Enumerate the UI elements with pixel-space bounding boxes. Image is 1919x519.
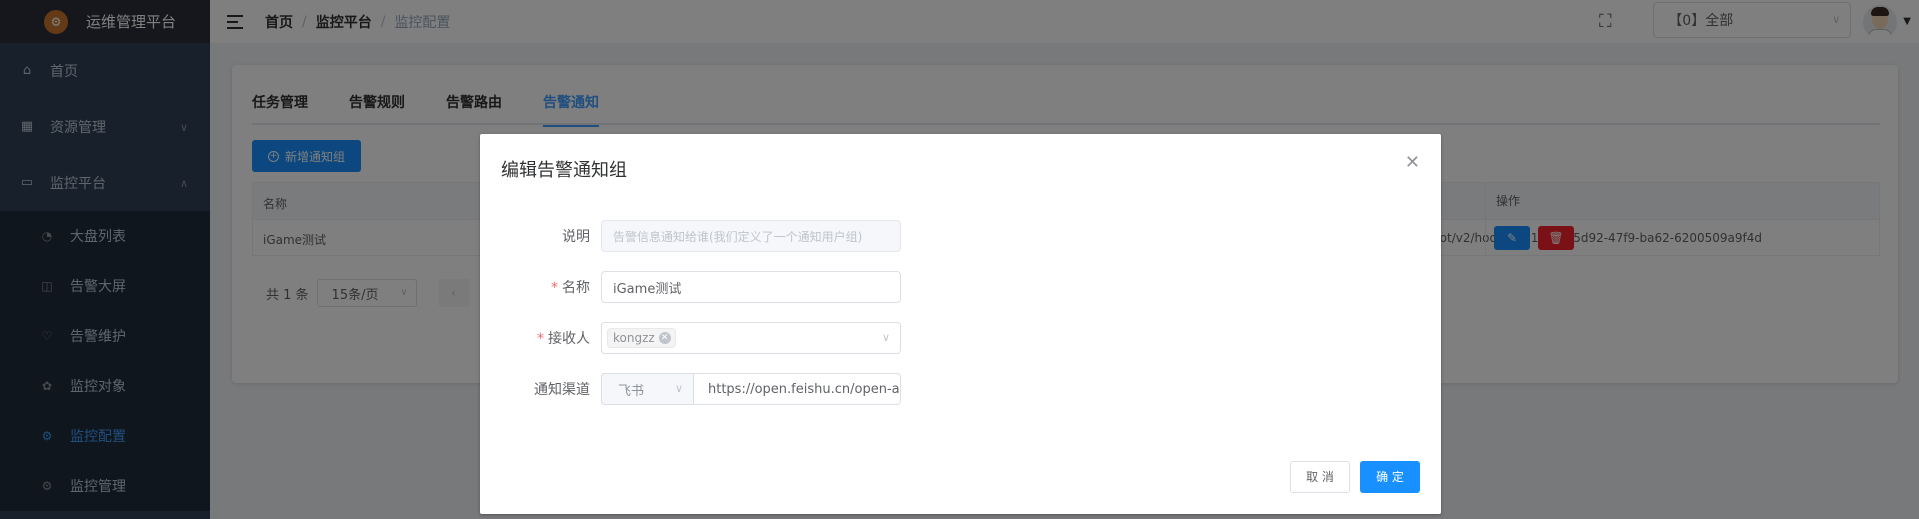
- receiver-tag-label: kongzz: [613, 331, 655, 345]
- cancel-button[interactable]: 取 消: [1290, 461, 1350, 493]
- desc-label: 说明: [480, 226, 590, 246]
- receiver-tag: kongzz ✕: [607, 328, 676, 348]
- edit-notify-dialog: 编辑告警通知组 ✕ 说明 告警信息通知给谁(我们定义了一个通知用户组) * 名称 …: [480, 134, 1441, 514]
- name-value: iGame测试: [613, 281, 682, 297]
- receiver-label-text: 接收人: [548, 331, 590, 347]
- dialog-title: 编辑告警通知组: [501, 160, 627, 181]
- chevron-down-icon: ∨: [674, 382, 683, 395]
- required-asterisk: *: [537, 331, 544, 347]
- desc-field[interactable]: 告警信息通知给谁(我们定义了一个通知用户组): [601, 220, 901, 252]
- required-asterisk: *: [551, 280, 558, 296]
- channel-type-select[interactable]: 飞书 ∨: [601, 373, 693, 405]
- close-icon[interactable]: ✕: [1405, 152, 1420, 173]
- name-field[interactable]: iGame测试: [601, 271, 901, 303]
- confirm-button[interactable]: 确 定: [1360, 461, 1420, 493]
- channel-label-text: 通知渠道: [534, 382, 590, 398]
- app-root: ⚙ 运维管理平台 ⌂ 首页 ▦ 资源管理 ∨ ▭ 监控平台 ∧ ◔ 大盘列表 ◫…: [0, 0, 1919, 519]
- receiver-select[interactable]: kongzz ✕ ∨: [601, 322, 901, 354]
- channel-type-value: 飞书: [618, 383, 645, 399]
- desc-placeholder: 告警信息通知给谁(我们定义了一个通知用户组): [613, 229, 863, 244]
- desc-label-text: 说明: [562, 229, 590, 245]
- tag-close-icon[interactable]: ✕: [658, 332, 671, 344]
- channel-label: 通知渠道: [480, 379, 590, 399]
- receiver-label: * 接收人: [480, 328, 590, 348]
- channel-url-field[interactable]: https://open.feishu.cn/open-apis/bot/v2/…: [693, 373, 901, 405]
- name-label-text: 名称: [562, 280, 590, 296]
- name-label: * 名称: [480, 277, 590, 297]
- chevron-down-icon: ∨: [881, 331, 890, 344]
- channel-url-value: https://open.feishu.cn/open-apis/bot/v2/…: [708, 381, 901, 397]
